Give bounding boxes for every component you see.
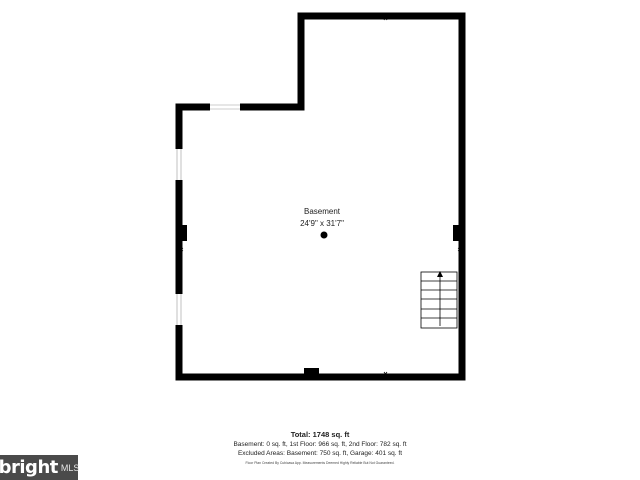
- room-dimensions: 24'9" x 31'7": [300, 219, 344, 228]
- bottom-wall-block: [304, 368, 319, 377]
- exterior-wall: [175, 12, 466, 381]
- stairs: [420, 271, 458, 329]
- top-window: [210, 103, 240, 111]
- bright-mls-logo: bright MLS: [0, 455, 80, 480]
- room-name: Basement: [303, 207, 341, 216]
- logo-suffix: MLS: [60, 462, 80, 473]
- right-wall-block: [453, 225, 462, 241]
- area-summary: Total: 1748 sq. ft Basement: 0 sq. ft, 1…: [120, 430, 520, 466]
- left-wall-block: [179, 225, 187, 241]
- floor-plan: [175, 12, 466, 381]
- floor-breakdown: Basement: 0 sq. ft, 1st Floor: 966 sq. f…: [233, 441, 407, 448]
- dot-icon: [320, 231, 328, 239]
- excluded-areas: Excluded Areas: Basement: 750 sq. ft, Ga…: [237, 450, 403, 457]
- total-area: Total: 1748 sq. ft: [290, 430, 350, 439]
- logo-text: bright: [0, 457, 58, 478]
- left-window-upper: [175, 149, 183, 180]
- left-window-lower: [175, 294, 183, 325]
- disclaimer: Floor Plan Created By Cubicasa App. Meas…: [245, 461, 395, 465]
